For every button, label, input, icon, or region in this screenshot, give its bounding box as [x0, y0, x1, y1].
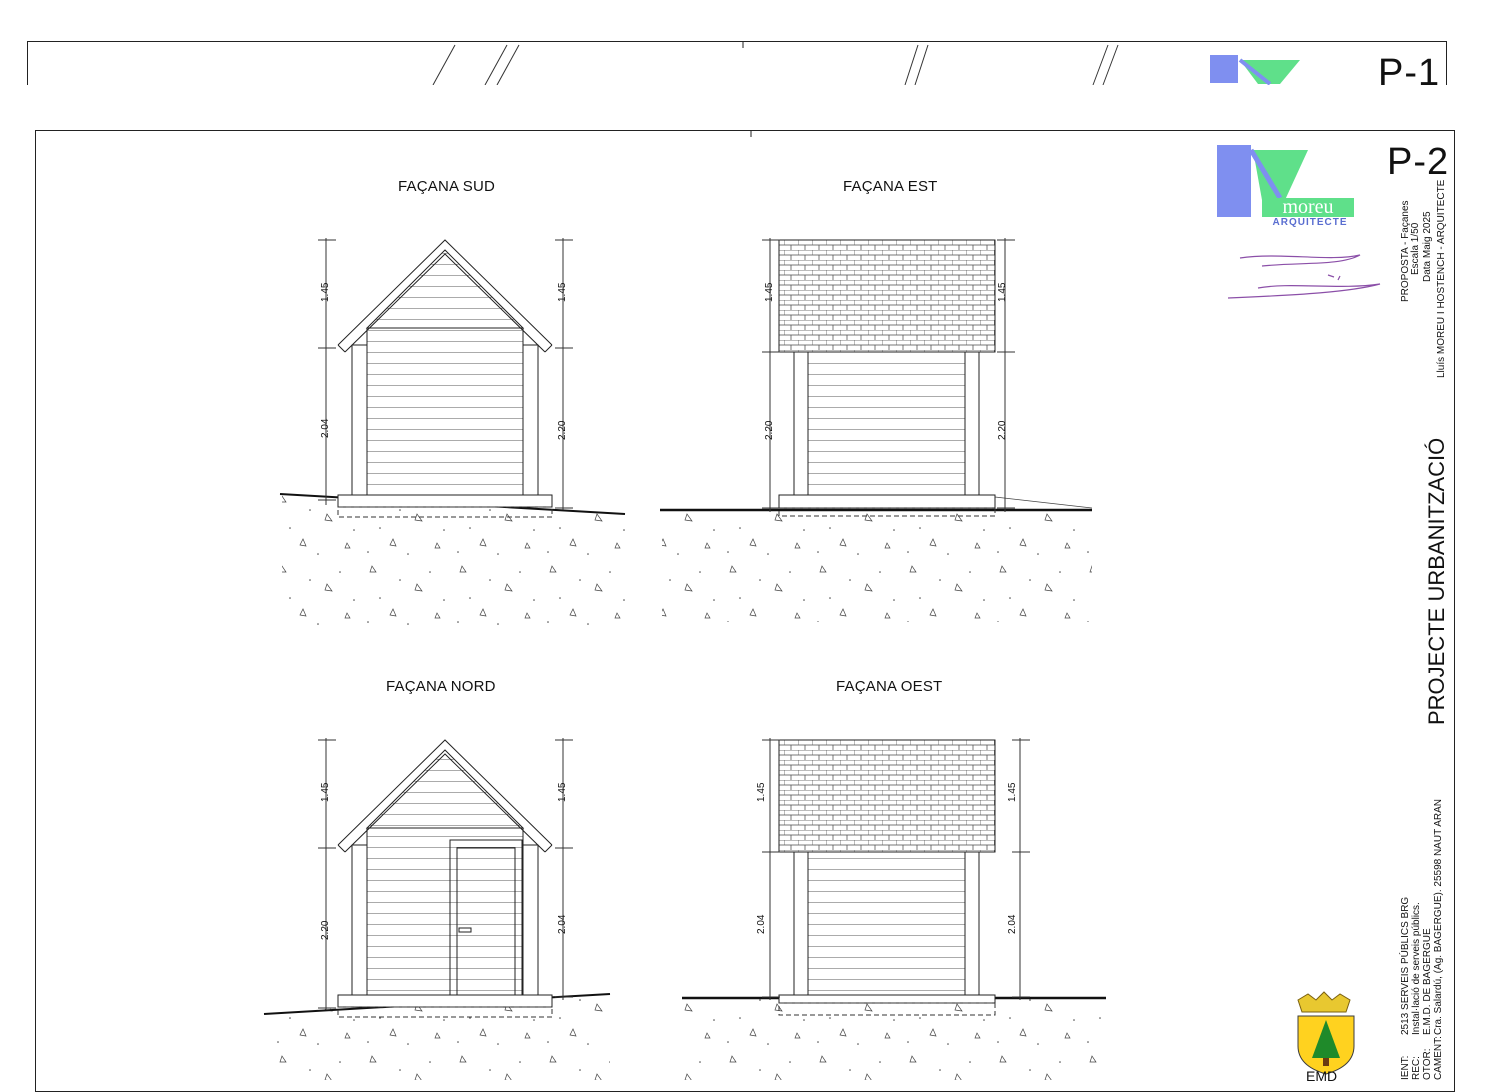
project-info-location: Cra. Salardú, (Ag. BAGERGUE). 25598 NAUT… — [1433, 798, 1444, 1035]
dim-label: 2.04 — [1007, 914, 1018, 934]
elevation-est — [660, 238, 1093, 622]
drawing-info-author: Lluís MOREU I HOSTENCH - ARQUITECTE — [1436, 179, 1447, 378]
dim-label: 1.45 — [320, 282, 331, 302]
project-info-label: OTOR: — [1422, 1048, 1433, 1080]
dim-label: 1.45 — [764, 282, 775, 302]
dim-label: 1.45 — [320, 782, 331, 802]
title-facana-sud: FAÇANA SUD — [398, 178, 496, 195]
signature — [1227, 254, 1381, 299]
dim-label: 1.45 — [1007, 782, 1018, 802]
dim-label: 2.20 — [557, 420, 568, 440]
dim-label: 2.20 — [320, 920, 331, 940]
project-info-owner: E.M.D. DE BAGERGUE — [1422, 928, 1433, 1035]
title-facana-oest: FAÇANA OEST — [836, 678, 943, 695]
dim-label: 1.45 — [557, 782, 568, 802]
dim-label: 2.20 — [764, 420, 775, 440]
elevation-sud — [279, 238, 626, 625]
project-info-label: REC: — [1411, 1056, 1422, 1080]
elevation-oest — [682, 738, 1106, 1080]
project-title: PROJECTE URBANITZACIÓ — [1424, 437, 1449, 725]
dim-label: 2.04 — [756, 914, 767, 934]
dim-label: 2.04 — [320, 418, 331, 438]
title-facana-nord: FAÇANA NORD — [386, 678, 496, 695]
project-info-code: 2513 SERVEIS PÚBLICS BRG — [1400, 896, 1411, 1035]
project-info-desc: Instal·lació de serveis públics. — [1411, 902, 1422, 1035]
dim-label: 1.45 — [756, 782, 767, 802]
dim-label: 2.04 — [557, 914, 568, 934]
dim-label: 1.45 — [997, 282, 1008, 302]
sheet-number: P-2 — [1387, 141, 1450, 183]
crest-emblem — [1297, 991, 1355, 1075]
dim-label: 2.20 — [997, 420, 1008, 440]
drawing-info-date: Data Maig 2025 — [1422, 211, 1433, 282]
logo-name: moreu — [1282, 196, 1334, 218]
project-info-label: CAMENT: — [1433, 1036, 1444, 1080]
project-info-label: IENT: — [1400, 1055, 1411, 1080]
crest-label: EMD — [1306, 1068, 1338, 1084]
drawing-info-scale: Escala 1/50 — [1410, 222, 1421, 275]
dim-label: 1.45 — [557, 282, 568, 302]
logo-subtitle: ARQUITECTE — [1272, 217, 1348, 228]
title-facana-est: FAÇANA EST — [843, 178, 938, 195]
